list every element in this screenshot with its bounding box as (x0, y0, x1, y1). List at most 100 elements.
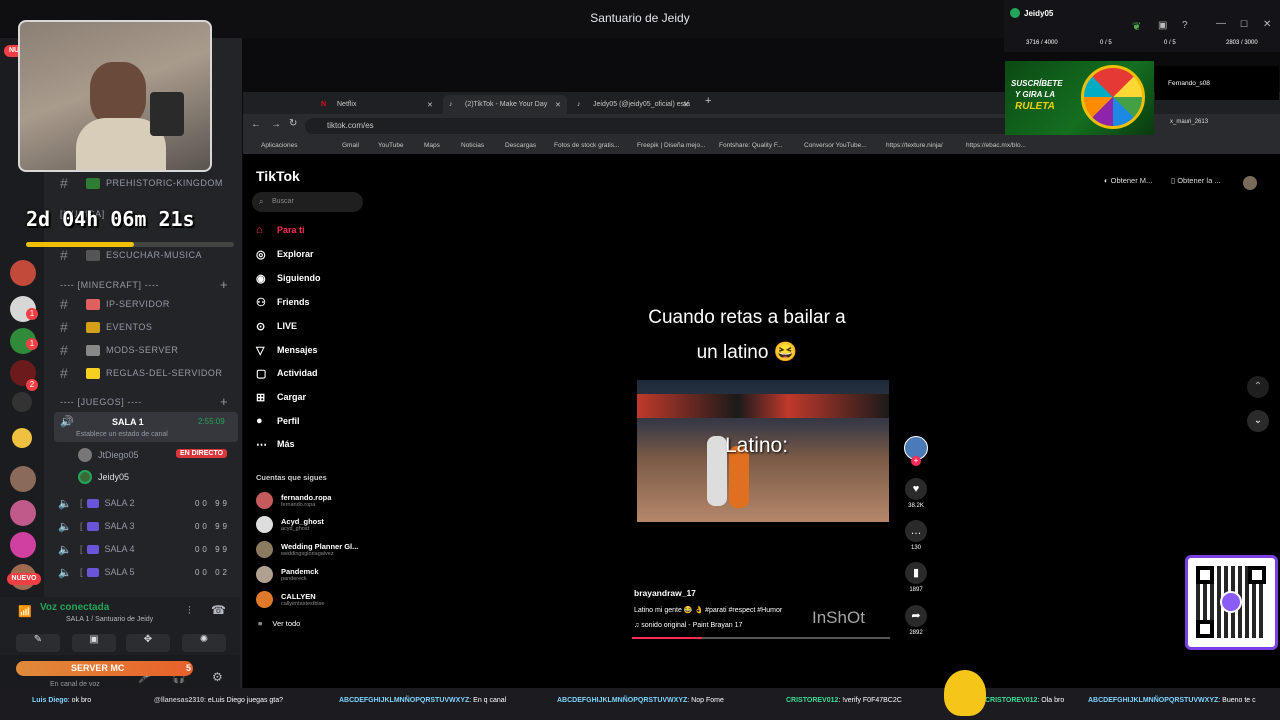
nav-para-ti[interactable]: ⌂ Para ti (256, 222, 305, 238)
reload-icon[interactable]: ↻ (289, 118, 297, 129)
voice-channel-sala-1[interactable]: 🔊 SALA 1 2:55:09 Establece un estado de … (54, 412, 238, 442)
bookmark-item[interactable]: Fotos de stock gratis... (554, 142, 619, 149)
bookmark-item[interactable]: YouTube (378, 142, 404, 149)
channel-escuchar-musica[interactable]: # ESCUCHAR-MUSICA (60, 245, 240, 265)
following-account[interactable]: fernando.ropa fernando.ropa (256, 490, 331, 510)
nav-cargar[interactable]: ⊞ Cargar (256, 389, 306, 405)
soundboard-icon[interactable]: ✺ (182, 634, 226, 652)
channel-prehistoric-kingdom[interactable]: # PREHISTORIC-KINGDOM (60, 173, 240, 193)
add-channel-icon[interactable]: + (220, 277, 228, 292)
screen-share-icon[interactable]: ▣ (72, 634, 116, 652)
activities-icon[interactable]: ✥ (126, 634, 170, 652)
tab-jeidy[interactable]: ♪ Jeidy05 (@jeidy05_oficial) está ✕ (571, 95, 695, 114)
help-icon[interactable]: ? (1182, 20, 1188, 31)
bookmark-item[interactable]: Descargas (505, 142, 536, 149)
video-sound[interactable]: ♫ sonido original - Paint Brayan 17 (634, 622, 742, 629)
comment-button[interactable]: … 130 (904, 520, 928, 551)
tab-tiktok[interactable]: ♪ (2)TikTok - Make Your Day ✕ (443, 95, 567, 114)
get-app-button[interactable]: ◐ Obtener M... (1104, 176, 1152, 185)
video-author[interactable]: brayandraw_17 (634, 588, 696, 598)
window-icon[interactable]: ▣ (1158, 20, 1167, 31)
maximize-icon[interactable]: ☐ (1240, 19, 1248, 30)
avatar (256, 515, 273, 533)
category-juegos[interactable]: ---- [JUEGOS] ---- (60, 397, 142, 407)
nav-actividad[interactable]: ▢ Actividad (256, 365, 318, 381)
following-account[interactable]: Acyd_ghost acyd_ghost (256, 514, 324, 534)
voice-channel-sala-3[interactable]: 🔈 [SALA 3 00 99 (58, 516, 238, 536)
viewer-name: Fernando_s08 (1168, 80, 1210, 87)
nav-mensajes[interactable]: ▽ Mensajes (256, 342, 318, 358)
follow-plus-icon[interactable]: + (911, 456, 921, 466)
compass-icon: ◎ (256, 248, 266, 261)
channel-status[interactable]: Establece un estado de canal (76, 431, 168, 438)
bookmark-item[interactable]: Maps (424, 142, 440, 149)
voice-channel-sala-4[interactable]: 🔈 [SALA 4 00 99 (58, 539, 238, 559)
channel-reglas-del-servidor[interactable]: # REGLAS-DEL-SERVIDOR (60, 363, 240, 383)
nav-explorar[interactable]: ◎ Explorar (256, 246, 314, 262)
disconnect-icon[interactable]: ☎ (211, 603, 226, 617)
minimize-icon[interactable]: — (1216, 18, 1226, 29)
profile-avatar[interactable] (1243, 176, 1257, 190)
close-icon[interactable]: ✕ (427, 101, 433, 109)
close-icon[interactable]: ✕ (683, 101, 689, 109)
server-icon[interactable] (10, 500, 36, 526)
share-button[interactable]: ➦ 2892 (904, 605, 928, 636)
voice-user-jeidy05[interactable]: Jeidy05 (78, 468, 238, 486)
get-desktop-button[interactable]: ▯ Obtener la ... (1171, 176, 1221, 185)
close-icon[interactable]: ✕ (1263, 19, 1271, 30)
nav-friends[interactable]: ⚇ Friends (256, 294, 310, 310)
server-icon[interactable] (10, 466, 36, 492)
bookmark-item[interactable]: Fontshare: Quality F... (719, 142, 783, 149)
server-icon[interactable] (10, 532, 36, 558)
new-tab-icon[interactable]: + (705, 95, 711, 107)
following-account[interactable]: Pandemck pandereck (256, 564, 319, 584)
previous-video-icon[interactable]: ⌃ (1247, 376, 1269, 398)
server-icon[interactable] (12, 392, 32, 412)
noise-suppression-icon[interactable]: ⫶ (188, 605, 191, 618)
settings-gear-icon[interactable]: ⚙ (212, 670, 223, 684)
tab-netflix[interactable]: N Netflix ✕ (315, 95, 439, 114)
video-progress-bar[interactable] (632, 637, 890, 639)
next-video-icon[interactable]: ⌄ (1247, 410, 1269, 432)
back-icon[interactable]: ← (251, 119, 261, 130)
bookmark-item[interactable]: Conversor YouTube... (804, 142, 867, 149)
nav-live[interactable]: ⊙ LIVE (256, 318, 297, 334)
tab-label: Netflix (337, 101, 357, 108)
channel-emoji-icon (86, 298, 100, 310)
account-handle: acyd_ghost (281, 525, 310, 532)
voice-user-jtdiego05[interactable]: JtDiego05 EN DIRECTO (78, 446, 238, 464)
voice-channel-path[interactable]: SALA 1 / Santuario de Jeidy (66, 616, 153, 623)
see-all-link[interactable]: ≡ Ver todo (258, 619, 300, 628)
forward-icon[interactable]: → (271, 119, 281, 130)
category-minecraft[interactable]: ---- [MINECRAFT] ---- (60, 280, 159, 290)
bookmark-item[interactable]: Aplicaciones (261, 142, 298, 149)
bookmark-item[interactable]: Freepik | Diseña mejo... (637, 142, 706, 149)
following-account[interactable]: CALLYEN callyentastestblse (256, 589, 324, 609)
channel-eventos[interactable]: # EVENTOS (60, 317, 240, 337)
camera-off-icon[interactable]: ✎ (16, 634, 60, 652)
following-account[interactable]: Wedding Planner Gl... weddingsgloriagalve… (256, 539, 358, 559)
like-button[interactable]: ♥ 38.2K (904, 478, 928, 509)
voice-channel-sala-5[interactable]: 🔈 [SALA 5 00 02 (58, 562, 238, 582)
bookmark-item[interactable]: Noticias (461, 142, 484, 149)
url-field[interactable]: tiktok.com/es (305, 118, 1025, 134)
video-player[interactable]: Latino: (637, 380, 889, 522)
voice-connected-label[interactable]: Voz conectada (40, 602, 109, 613)
search-input[interactable]: Buscar (252, 192, 363, 212)
channel-mods-server[interactable]: # MODS-SERVER (60, 340, 240, 360)
server-icon[interactable] (12, 428, 32, 448)
tiktok-logo[interactable]: TikTok (256, 168, 300, 184)
add-channel-icon[interactable]: + (220, 394, 228, 409)
server-icon[interactable] (10, 260, 36, 286)
chevron-icon: ≡ (258, 619, 263, 628)
bookmark-item[interactable]: Gmail (342, 142, 359, 149)
save-button[interactable]: ▮ 1897 (904, 562, 928, 593)
nav-perfil[interactable]: ● Perfil (256, 413, 300, 429)
nav-siguiendo[interactable]: ◉ Siguiendo (256, 270, 321, 286)
voice-channel-sala-2[interactable]: 🔈 [SALA 2 00 99 (58, 493, 238, 513)
bookmark-item[interactable]: https://ebac.mx/blo... (966, 142, 1026, 149)
channel-ip-servidor[interactable]: # IP-SERVIDOR (60, 294, 240, 314)
close-icon[interactable]: ✕ (555, 101, 561, 109)
bookmark-item[interactable]: https://texture.ninja/ (886, 142, 943, 149)
nav-mas[interactable]: ⋯ Más (256, 436, 295, 452)
